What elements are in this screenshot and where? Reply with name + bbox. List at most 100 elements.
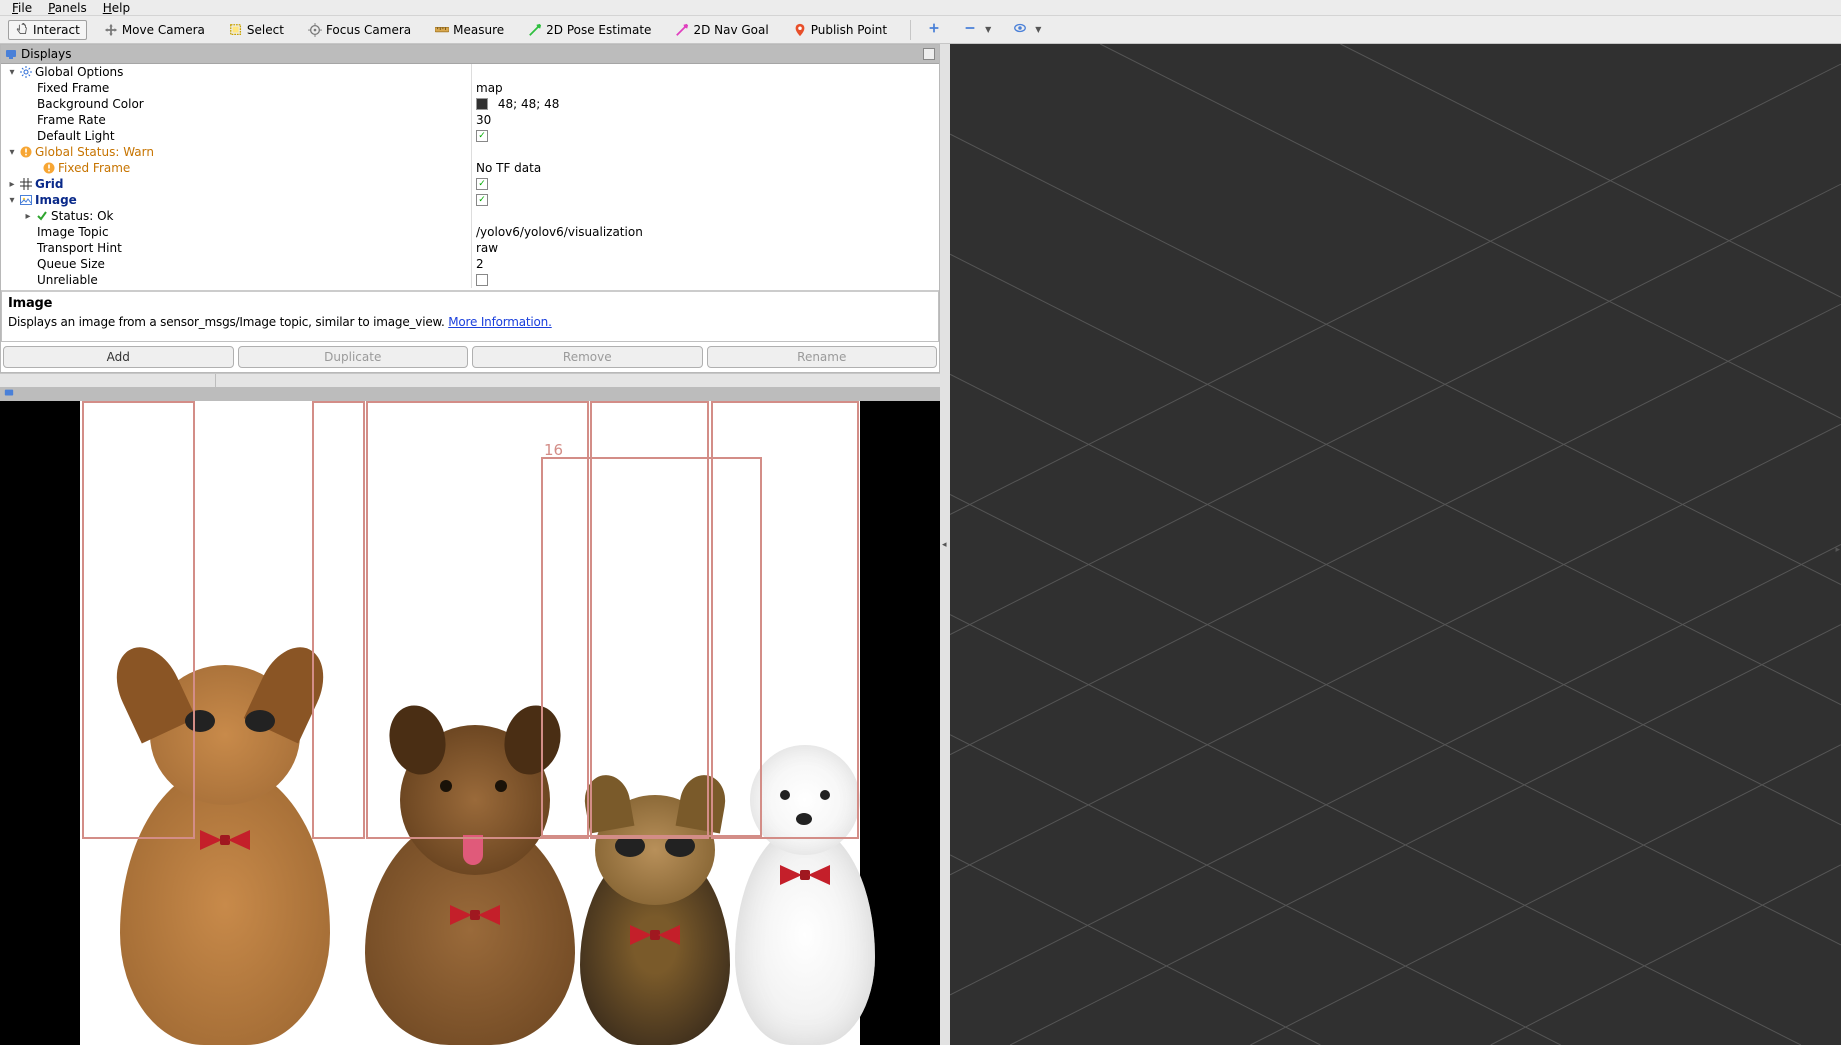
publish-point-icon (793, 23, 807, 37)
tree-bg-color-value[interactable]: 48; 48; 48 (471, 96, 939, 112)
tree-fixed-frame-value[interactable]: map (471, 80, 939, 96)
tree-unreliable[interactable]: Unreliable (1, 272, 471, 288)
global-status-label: Global Status: Warn (35, 145, 154, 159)
image-view[interactable]: 16 (0, 401, 940, 1045)
more-info-link[interactable]: More Information. (448, 315, 551, 329)
color-swatch-icon (476, 98, 488, 110)
tool-select[interactable]: Select (222, 20, 291, 40)
measure-icon (435, 23, 449, 37)
expand-arrow-icon[interactable]: ▸ (23, 211, 33, 222)
image-panel: 16 (0, 387, 940, 1045)
check-icon (36, 210, 48, 222)
checkbox-checked-icon[interactable]: ✓ (476, 178, 488, 190)
panel-buttons: Add Duplicate Remove Rename (1, 342, 939, 372)
tool-2d-pose-estimate[interactable]: 2D Pose Estimate (521, 20, 658, 40)
tree-image-topic-value[interactable]: /yolov6/yolov6/visualization (471, 224, 939, 240)
tree-default-light[interactable]: Default Light (1, 128, 471, 144)
tool-2d-nav-goal[interactable]: 2D Nav Goal (668, 20, 775, 40)
tool-move-camera[interactable]: Move Camera (97, 20, 212, 40)
collapse-arrow-icon[interactable]: ▾ (7, 67, 17, 78)
tool-measure[interactable]: Measure (428, 20, 511, 40)
plus-icon[interactable] (927, 21, 941, 38)
hand-icon (15, 23, 29, 37)
gear-icon (20, 66, 32, 78)
dropdown-caret-icon[interactable]: ▼ (985, 25, 991, 34)
displays-title-text: Displays (21, 47, 71, 61)
tree-default-light-value[interactable]: ✓ (471, 128, 939, 144)
checkbox-unchecked-icon[interactable] (476, 274, 488, 286)
menu-help[interactable]: Help (95, 1, 138, 15)
collapse-arrow-icon[interactable]: ▾ (7, 147, 17, 158)
tool-move-camera-label: Move Camera (122, 23, 205, 37)
tool-publish-label: Publish Point (811, 23, 887, 37)
detection-label: 16 (544, 441, 563, 459)
toolbar-separator (910, 20, 911, 40)
description-title: Image (8, 296, 932, 311)
tree-image-topic[interactable]: Image Topic (1, 224, 471, 240)
image-icon (20, 194, 32, 206)
tree-image-value[interactable]: ✓ (471, 192, 939, 208)
left-column: Displays ▾ Global Options (0, 44, 940, 1045)
splitter-handle-icon: ◂ (942, 540, 947, 550)
eye-icon[interactable] (1013, 21, 1027, 38)
splitter-handle-icon[interactable]: ▸ (1835, 545, 1840, 555)
tree-transport-hint[interactable]: Transport Hint (1, 240, 471, 256)
tree-global-options[interactable]: ▾ Global Options (1, 64, 471, 80)
description-box: Image Displays an image from a sensor_ms… (1, 290, 939, 342)
displays-panel: Displays ▾ Global Options (0, 44, 940, 373)
dropdown-caret-icon[interactable]: ▼ (1035, 25, 1041, 34)
collapse-arrow-icon[interactable]: ▾ (7, 195, 17, 206)
menu-bar: File Panels Help (0, 0, 1841, 16)
tree-grid[interactable]: ▸ Grid (1, 176, 471, 192)
image-content: 16 (80, 401, 860, 1045)
tab-strip[interactable] (0, 373, 940, 387)
tree-image[interactable]: ▾ Image (1, 192, 471, 208)
panel-close-button[interactable] (926, 389, 936, 399)
checkbox-checked-icon[interactable]: ✓ (476, 130, 488, 142)
description-body: Displays an image from a sensor_msgs/Ima… (8, 315, 932, 330)
tree-fixed-frame[interactable]: Fixed Frame (1, 80, 471, 96)
tree-bg-color[interactable]: Background Color (1, 96, 471, 112)
vertical-splitter[interactable]: ◂ (940, 44, 950, 1045)
image-label: Image (35, 193, 77, 207)
tool-interact[interactable]: Interact (8, 20, 87, 40)
tree-queue-size[interactable]: Queue Size (1, 256, 471, 272)
select-icon (229, 23, 243, 37)
image-status-label: Status: Ok (51, 209, 114, 223)
duplicate-button[interactable]: Duplicate (238, 346, 469, 368)
tree-frame-rate[interactable]: Frame Rate (1, 112, 471, 128)
tree-status-fixed-frame-value: No TF data (471, 160, 939, 176)
displays-tree: ▾ Global Options Fixed Frame map Backgro… (1, 64, 939, 288)
displays-panel-title[interactable]: Displays (1, 45, 939, 64)
panel-close-button[interactable] (923, 48, 935, 60)
tree-frame-rate-value[interactable]: 30 (471, 112, 939, 128)
tool-focus-camera[interactable]: Focus Camera (301, 20, 418, 40)
remove-button[interactable]: Remove (472, 346, 703, 368)
menu-panels[interactable]: Panels (40, 1, 95, 15)
checkbox-checked-icon[interactable]: ✓ (476, 194, 488, 206)
grid-3d (950, 44, 1841, 1045)
toolbar: Interact Move Camera Select Focus Camera… (0, 16, 1841, 44)
tree-global-status[interactable]: ▾ Global Status: Warn (1, 144, 471, 160)
3d-view[interactable]: ▸ (950, 44, 1841, 1045)
tree-queue-size-value[interactable]: 2 (471, 256, 939, 272)
tool-publish-point[interactable]: Publish Point (786, 20, 894, 40)
tool-measure-label: Measure (453, 23, 504, 37)
tree-status-fixed-frame[interactable]: Fixed Frame (1, 160, 471, 176)
image-panel-title[interactable] (0, 387, 940, 401)
tree-unreliable-value[interactable] (471, 272, 939, 288)
tool-focus-camera-label: Focus Camera (326, 23, 411, 37)
tree-transport-hint-value[interactable]: raw (471, 240, 939, 256)
grid-icon (20, 178, 32, 190)
expand-arrow-icon[interactable]: ▸ (7, 179, 17, 190)
add-button[interactable]: Add (3, 346, 234, 368)
tree-value-empty (471, 208, 939, 224)
tree-grid-value[interactable]: ✓ (471, 176, 939, 192)
nav-arrow-icon (675, 23, 689, 37)
tree-image-status[interactable]: ▸ Status: Ok (1, 208, 471, 224)
minus-icon[interactable] (963, 21, 977, 38)
tree-value-empty (471, 64, 939, 80)
menu-file[interactable]: File (4, 1, 40, 15)
move-camera-icon (104, 23, 118, 37)
rename-button[interactable]: Rename (707, 346, 938, 368)
